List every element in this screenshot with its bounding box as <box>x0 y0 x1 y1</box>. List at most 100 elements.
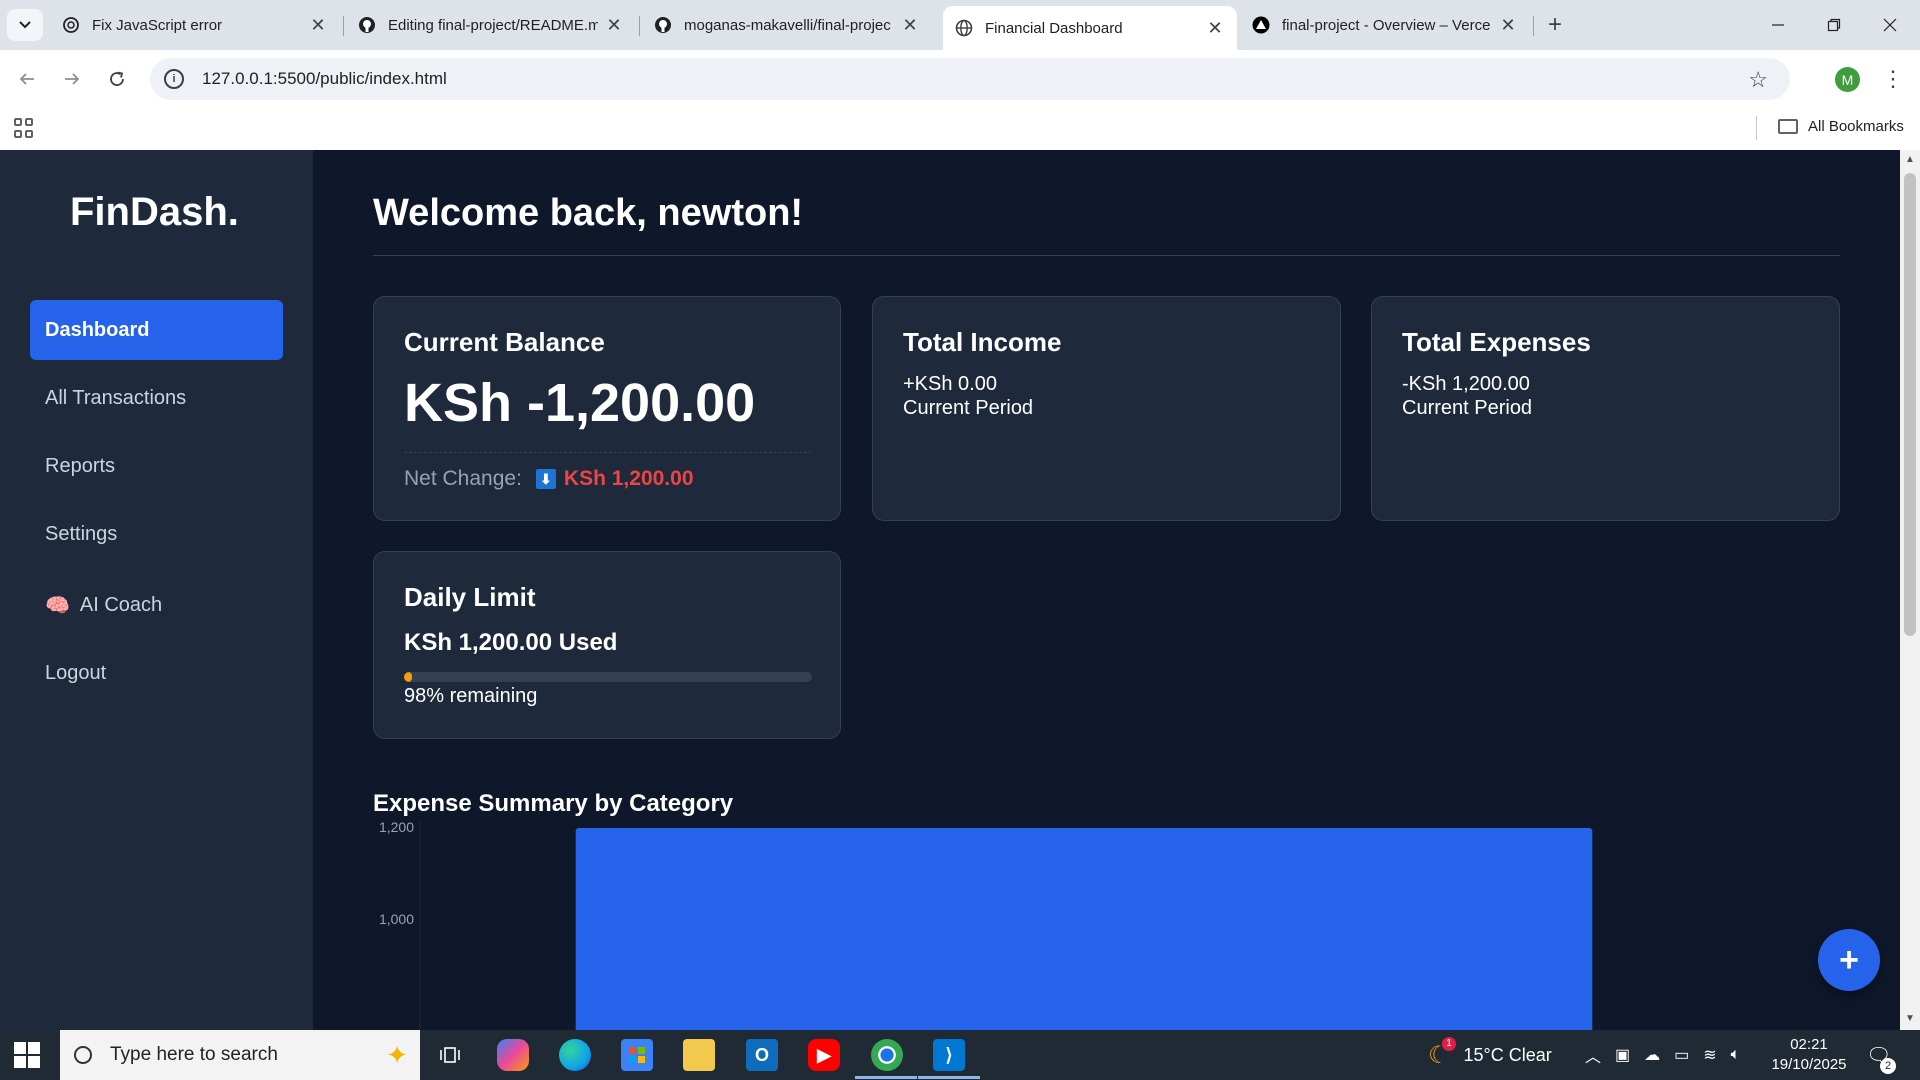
profile-avatar[interactable]: M <box>1835 67 1860 92</box>
forward-button[interactable] <box>55 62 89 96</box>
edge-icon[interactable] <box>559 1039 591 1071</box>
app-viewport: FinDash. Dashboard All Transactions Repo… <box>0 150 1900 1030</box>
minimize-button[interactable] <box>1750 0 1806 50</box>
tab-title: Editing final-project/README.m <box>388 16 598 34</box>
close-window-button[interactable] <box>1862 0 1918 50</box>
daily-limit-card: Daily Limit KSh 1,200.00 Used 98% remain… <box>373 551 841 739</box>
chrome-icon[interactable] <box>871 1039 903 1071</box>
task-view-glyph <box>440 1047 460 1063</box>
close-icon[interactable]: ✕ <box>1498 15 1518 35</box>
y-tick-label: 1,200 <box>379 820 414 835</box>
daily-limit-progress-fill <box>404 672 413 682</box>
url-text[interactable]: 127.0.0.1:5500/public/index.html <box>202 69 447 89</box>
globe-icon <box>955 19 973 37</box>
chart-bar[interactable] <box>575 828 1593 1030</box>
meet-now-icon[interactable]: ▣ <box>1615 1045 1630 1065</box>
search-icon <box>74 1046 92 1064</box>
all-bookmarks-button[interactable]: All Bookmarks <box>1778 118 1904 135</box>
add-transaction-button[interactable]: + <box>1818 929 1880 991</box>
sidebar-item-logout[interactable]: Logout <box>30 643 283 703</box>
scrollbar-thumb[interactable] <box>1904 173 1916 636</box>
tab-fix-javascript[interactable]: Fix JavaScript error ✕ <box>50 6 340 44</box>
expenses-period: Current Period <box>1402 397 1533 419</box>
reload-button[interactable] <box>100 62 134 96</box>
tab-github-repo[interactable]: moganas-makavelli/final-projec ✕ <box>642 6 932 44</box>
brain-icon: 🧠 <box>45 594 70 617</box>
vscode-icon[interactable]: ⟩ <box>933 1039 965 1071</box>
weather-badge: 1 <box>1442 1036 1456 1051</box>
volume-icon[interactable]: 🔈︎ <box>1731 1046 1741 1064</box>
close-icon[interactable]: ✕ <box>900 15 920 35</box>
close-icon[interactable]: ✕ <box>604 15 624 35</box>
address-bar[interactable]: i 127.0.0.1:5500/public/index.html ☆ <box>150 58 1790 100</box>
back-button[interactable] <box>10 62 44 96</box>
tab-search-button[interactable] <box>7 9 43 41</box>
vercel-icon <box>1252 16 1270 34</box>
sidebar-item-label: Dashboard <box>45 318 150 341</box>
system-tray: ︿ ▣ ☁ ▭ ≋ 🔈︎ <box>1585 1030 1740 1080</box>
file-explorer-icon[interactable] <box>683 1039 715 1071</box>
github-icon <box>655 17 671 33</box>
tab-editing-readme[interactable]: Editing final-project/README.m ✕ <box>346 6 636 44</box>
scroll-down-icon[interactable]: ▼ <box>1904 1013 1916 1025</box>
microsoft-store-icon[interactable] <box>621 1039 653 1071</box>
card-title: Total Income <box>903 327 1062 357</box>
task-view-icon[interactable] <box>434 1039 466 1071</box>
moon-icon: ☾ 1 <box>1428 1036 1456 1070</box>
close-icon[interactable]: ✕ <box>1205 18 1225 38</box>
clock[interactable]: 02:21 19/10/2025 <box>1764 1035 1854 1075</box>
tab-financial-dashboard[interactable]: Financial Dashboard ✕ <box>943 6 1237 50</box>
outlook-icon[interactable]: O <box>746 1039 778 1071</box>
tab-divider <box>343 16 344 36</box>
chevron-up-icon[interactable]: ︿ <box>1585 1043 1601 1067</box>
app-logo[interactable]: FinDash. <box>70 190 239 235</box>
close-icon[interactable]: ✕ <box>308 15 328 35</box>
arrow-left-icon <box>19 73 34 85</box>
total-expenses-card: Total Expenses -KSh 1,200.00 Current Per… <box>1371 296 1840 521</box>
sidebar-item-label: Settings <box>45 522 118 545</box>
battery-icon[interactable]: ▭ <box>1674 1045 1689 1065</box>
daily-limit-used: KSh 1,200.00 Used <box>404 629 618 656</box>
taskbar-search[interactable]: Type here to search ✦ <box>60 1030 420 1080</box>
github-icon <box>359 17 375 33</box>
sidebar-item-reports[interactable]: Reports <box>30 436 283 496</box>
copilot-icon[interactable] <box>497 1039 529 1071</box>
cloud-icon[interactable]: ☁ <box>1644 1045 1660 1065</box>
bookmarks-bar: All Bookmarks <box>0 108 1920 150</box>
sidebar-item-label: Logout <box>45 661 107 684</box>
sidebar-item-label: Reports <box>45 454 116 477</box>
expense-chart: 1,200 1,000 <box>379 820 1593 1030</box>
windows-taskbar: Type here to search ✦ O ▶ ⟩ ☾ 1 15°C Clea… <box>0 1030 1920 1080</box>
windows-start-icon[interactable] <box>14 1042 40 1068</box>
browser-toolbar: i 127.0.0.1:5500/public/index.html ☆ M ⋮ <box>0 50 1920 108</box>
chart-title: Expense Summary by Category <box>373 790 734 817</box>
new-tab-button[interactable]: + <box>1540 11 1570 38</box>
sidebar-item-all-transactions[interactable]: All Transactions <box>30 368 283 428</box>
menu-icon[interactable]: ⋮ <box>1882 66 1904 92</box>
notifications-button[interactable]: 🗨︎ 2 <box>1866 1030 1896 1080</box>
vscode-active-indicator <box>918 1076 980 1079</box>
tab-vercel-overview[interactable]: final-project - Overview – Verce ✕ <box>1240 6 1530 44</box>
wifi-icon[interactable]: ≋ <box>1703 1045 1716 1065</box>
tab-title: moganas-makavelli/final-projec <box>684 16 891 34</box>
youtube-icon[interactable]: ▶ <box>808 1039 840 1071</box>
apps-grid-icon[interactable] <box>14 118 34 138</box>
arrow-down-icon: ⬇ <box>535 469 556 489</box>
sidebar-item-ai-coach[interactable]: 🧠 AI Coach <box>30 575 283 635</box>
clock-time: 02:21 <box>1790 1036 1828 1053</box>
copilot-sparkle-icon[interactable]: ✦ <box>386 1040 408 1071</box>
sidebar-item-dashboard[interactable]: Dashboard <box>30 300 283 360</box>
info-icon[interactable]: i <box>164 69 184 89</box>
reload-icon <box>110 71 124 86</box>
weather-widget[interactable]: ☾ 1 15°C Clear <box>1428 1030 1552 1080</box>
sidebar-item-settings[interactable]: Settings <box>30 504 283 564</box>
restore-icon <box>1827 18 1841 32</box>
expenses-value: -KSh 1,200.00 <box>1402 373 1530 395</box>
scroll-up-icon[interactable]: ▲ <box>1904 154 1916 166</box>
page-title: Welcome back, newton! <box>373 192 804 234</box>
star-icon[interactable]: ☆ <box>1748 67 1768 93</box>
restore-button[interactable] <box>1806 0 1862 50</box>
net-change-label: Net Change: <box>404 467 522 490</box>
income-value: +KSh 0.00 <box>903 373 997 395</box>
tab-title: final-project - Overview – Verce <box>1282 16 1491 34</box>
